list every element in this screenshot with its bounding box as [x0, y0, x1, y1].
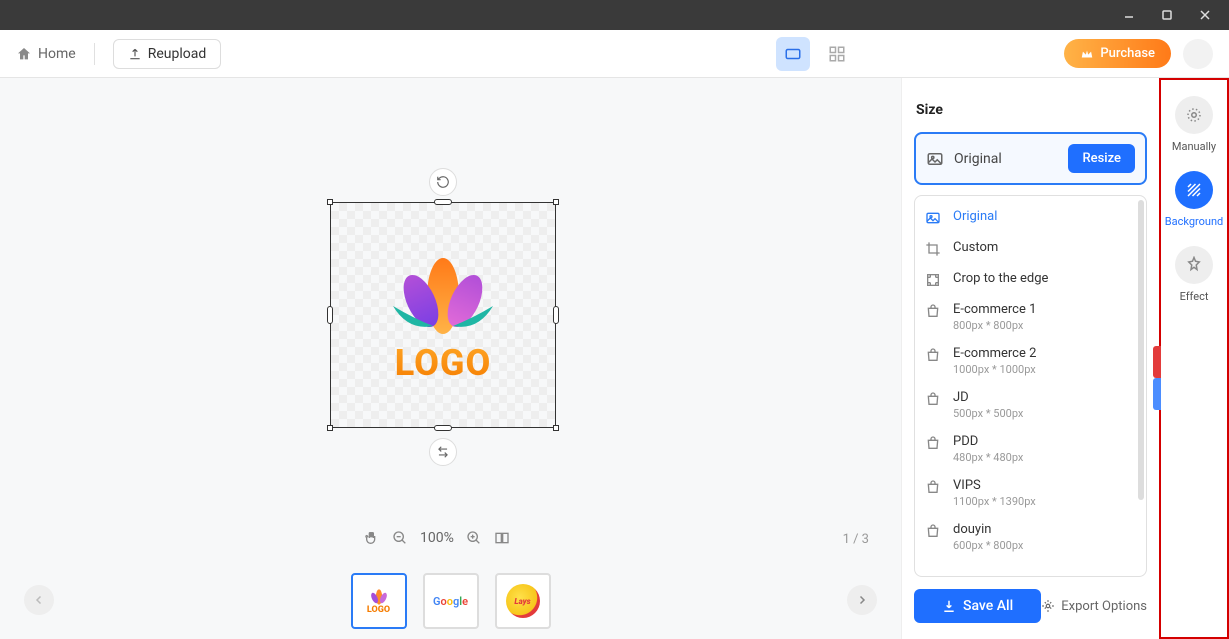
size-panel: Size Original Resize Original Custom Crop …	[901, 78, 1159, 639]
purchase-button[interactable]: Purchase	[1064, 39, 1171, 68]
page-indicator: 1 / 3	[843, 532, 869, 547]
preset-dim: 1100px * 1390px	[953, 495, 1036, 508]
preset-name: E-commerce 1	[953, 302, 1036, 317]
pan-tool-icon[interactable]	[364, 530, 380, 546]
preset-icon	[925, 479, 943, 495]
preset-item[interactable]: VIPS 1100px * 1390px	[915, 471, 1146, 515]
preset-item[interactable]: Original	[915, 202, 1146, 233]
logo-text: LOGO	[395, 342, 492, 384]
minimize-button[interactable]	[1113, 3, 1145, 27]
zoom-level: 100%	[420, 530, 454, 546]
preset-item[interactable]: Custom	[915, 233, 1146, 264]
panel-title: Size	[916, 102, 1147, 118]
preset-icon	[925, 272, 943, 288]
resize-button[interactable]: Resize	[1068, 144, 1135, 173]
home-label: Home	[38, 46, 76, 62]
gear-icon	[1041, 599, 1055, 613]
preset-item[interactable]: JD 500px * 500px	[915, 383, 1146, 427]
tab-background[interactable]: Background	[1165, 171, 1223, 228]
preset-name: douyin	[953, 522, 1023, 537]
preset-scrollbar[interactable]	[1138, 200, 1144, 572]
zoom-in-button[interactable]	[466, 530, 482, 546]
logo-image: LOGO	[331, 203, 555, 427]
preset-name: PDD	[953, 434, 1023, 449]
maximize-button[interactable]	[1151, 3, 1183, 27]
manually-icon	[1185, 106, 1203, 124]
image-icon	[926, 150, 944, 168]
save-all-button[interactable]: Save All	[914, 589, 1041, 623]
scrollbar-thumb[interactable]	[1138, 200, 1144, 500]
home-button[interactable]: Home	[16, 46, 76, 62]
window-titlebar	[0, 0, 1229, 30]
side-tabs: Manually Background Effect	[1159, 78, 1229, 639]
preset-icon	[925, 391, 943, 407]
preset-name: Crop to the edge	[953, 271, 1048, 286]
reupload-label: Reupload	[148, 46, 207, 62]
artboard[interactable]: LOGO	[330, 202, 556, 428]
preset-icon	[925, 347, 943, 363]
color-accent-strip	[1153, 346, 1161, 410]
preset-item[interactable]: E-commerce 1 800px * 800px	[915, 295, 1146, 339]
thumbnail-2[interactable]: Lays	[495, 573, 551, 629]
canvas-area: LOGO 100% 1 / 3 LOGO Google Lays	[0, 78, 901, 639]
tab-effect-label: Effect	[1180, 290, 1209, 303]
compare-view-button[interactable]	[494, 530, 510, 546]
upload-icon	[128, 47, 142, 61]
preset-name: VIPS	[953, 478, 1036, 493]
preset-icon	[925, 523, 943, 539]
flip-handle[interactable]	[429, 438, 457, 466]
avatar[interactable]	[1183, 39, 1213, 69]
thumbnail-strip: LOGO Google Lays	[0, 563, 901, 639]
tab-manually[interactable]: Manually	[1172, 96, 1216, 153]
preset-icon	[925, 210, 943, 226]
export-options-button[interactable]: Export Options	[1041, 599, 1147, 614]
size-current-label: Original	[954, 151, 1002, 167]
preset-item[interactable]: E-commerce 2 1000px * 1000px	[915, 339, 1146, 383]
preset-name: Custom	[953, 240, 998, 255]
tab-manually-label: Manually	[1172, 140, 1216, 153]
download-icon	[942, 599, 956, 613]
divider	[94, 43, 95, 65]
background-icon	[1185, 181, 1203, 199]
export-options-label: Export Options	[1061, 599, 1147, 614]
tab-background-label: Background	[1165, 215, 1223, 228]
preset-item[interactable]: Crop to the edge	[915, 264, 1146, 295]
single-view-button[interactable]	[776, 37, 810, 71]
reupload-button[interactable]: Reupload	[113, 39, 222, 69]
zoom-controls: 100%	[364, 530, 510, 546]
preset-name: E-commerce 2	[953, 346, 1036, 361]
preset-dim: 800px * 800px	[953, 319, 1036, 332]
thumbnail-0[interactable]: LOGO	[351, 573, 407, 629]
purchase-label: Purchase	[1100, 46, 1155, 61]
tab-effect[interactable]: Effect	[1175, 246, 1213, 303]
preset-dim: 500px * 500px	[953, 407, 1023, 420]
close-button[interactable]	[1189, 3, 1221, 27]
prev-thumbnail-button[interactable]	[24, 585, 54, 615]
crown-icon	[1080, 47, 1094, 61]
preset-dim: 480px * 480px	[953, 451, 1023, 464]
rotate-handle[interactable]	[429, 168, 457, 196]
thumbnail-1[interactable]: Google	[423, 573, 479, 629]
preset-icon	[925, 303, 943, 319]
preset-icon	[925, 241, 943, 257]
preset-item[interactable]: douyin 600px * 800px	[915, 515, 1146, 559]
preset-icon	[925, 435, 943, 451]
preset-name: Original	[953, 209, 997, 224]
next-thumbnail-button[interactable]	[847, 585, 877, 615]
preset-dim: 1000px * 1000px	[953, 363, 1036, 376]
preset-name: JD	[953, 390, 1023, 405]
zoom-out-button[interactable]	[392, 530, 408, 546]
toolbar: Home Reupload Purchase	[0, 30, 1229, 78]
home-icon	[16, 46, 32, 62]
preset-item[interactable]: PDD 480px * 480px	[915, 427, 1146, 471]
effect-icon	[1185, 256, 1203, 274]
save-all-label: Save All	[963, 598, 1013, 614]
preset-list: Original Custom Crop to the edge E-commerce…	[914, 195, 1147, 577]
grid-view-button[interactable]	[820, 37, 854, 71]
size-header: Original Resize	[914, 132, 1147, 185]
preset-dim: 600px * 800px	[953, 539, 1023, 552]
